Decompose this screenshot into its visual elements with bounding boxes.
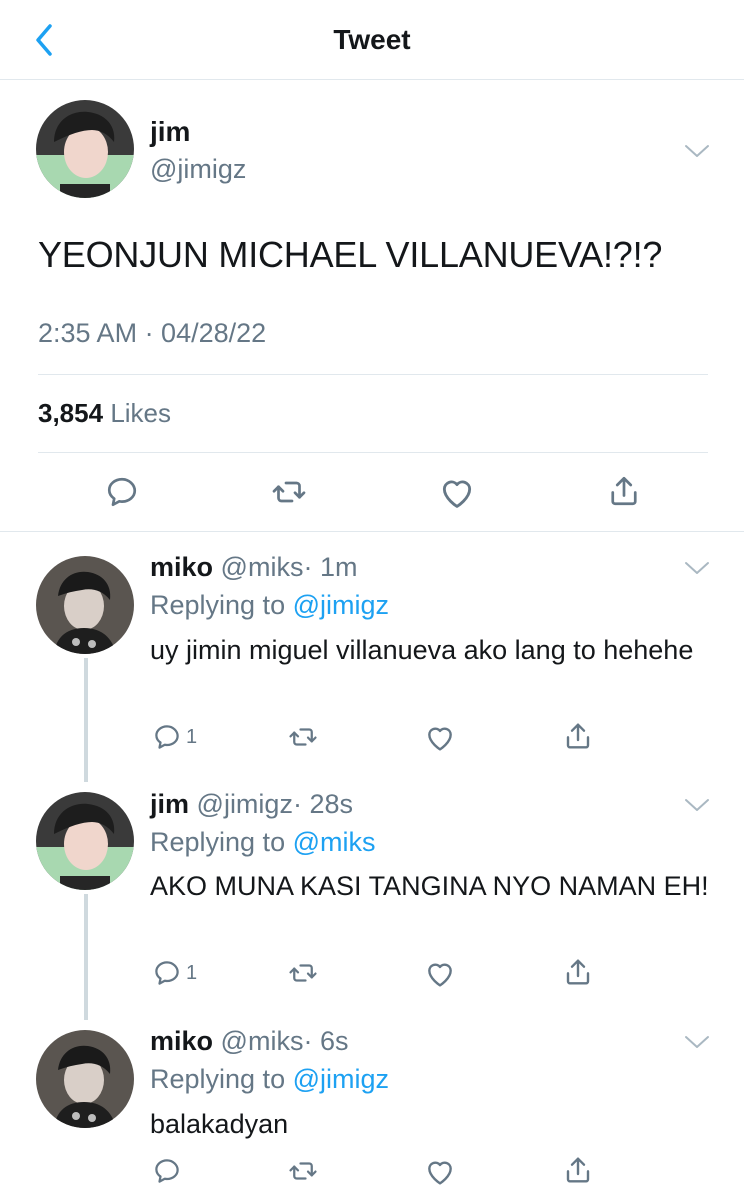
replying-to-link[interactable]: @miks [293, 827, 376, 857]
reply-button[interactable] [152, 1156, 182, 1186]
comment-icon [152, 722, 182, 752]
share-icon [562, 956, 594, 988]
reply-author-handle[interactable]: @miks [221, 1026, 304, 1056]
chevron-down-icon[interactable] [684, 560, 710, 576]
avatar[interactable] [36, 1030, 134, 1128]
reply-text: balakadyan [150, 1109, 289, 1139]
share-button[interactable] [606, 472, 642, 510]
like-button[interactable] [424, 1156, 456, 1188]
chevron-down-icon[interactable] [684, 797, 710, 813]
top-bar: Tweet [0, 0, 744, 80]
share-icon [562, 720, 594, 752]
author-name[interactable]: jim [150, 116, 190, 148]
divider [38, 374, 708, 375]
retweet-button[interactable] [286, 958, 320, 988]
divider [38, 452, 708, 453]
replying-to: Replying to @jimigz [150, 590, 389, 621]
replying-to-label: Replying to [150, 1064, 286, 1094]
reply-header: miko @miks· 6s [150, 1026, 348, 1057]
retweet-icon [286, 722, 320, 752]
share-icon [606, 472, 642, 510]
share-icon [562, 1154, 594, 1186]
like-button[interactable] [424, 722, 456, 754]
reply-time: · 28s [292, 789, 353, 819]
heart-icon [424, 958, 456, 990]
avatar[interactable] [36, 792, 134, 890]
reply-button[interactable] [104, 474, 140, 510]
comment-icon [152, 1156, 182, 1186]
reply-count: 1 [186, 961, 198, 984]
chevron-down-icon[interactable] [684, 143, 710, 159]
reply-text: uy jimin miguel villanueva ako lang to h… [150, 635, 694, 665]
retweet-icon [286, 1156, 320, 1186]
reply-button[interactable]: 1 [152, 958, 197, 988]
avatar[interactable] [36, 556, 134, 654]
replying-to-label: Replying to [150, 590, 286, 620]
page-title: Tweet [333, 24, 411, 55]
reply-time: · 1m [303, 552, 358, 582]
likes-stat[interactable]: 3,854 Likes [38, 398, 171, 429]
replying-to-label: Replying to [150, 827, 286, 857]
replying-to: Replying to @jimigz [150, 1064, 389, 1095]
share-button[interactable] [562, 956, 594, 988]
tweet-timestamp: 2:35 AM · 04/28/22 [38, 318, 267, 348]
share-button[interactable] [562, 720, 594, 752]
retweet-button[interactable] [270, 474, 308, 510]
likes-label: Likes [110, 398, 172, 428]
thread-line [84, 894, 88, 1020]
reply-author-handle[interactable]: @jimigz [197, 789, 293, 819]
thread-line [84, 658, 88, 782]
reply-count: 1 [186, 725, 198, 748]
heart-icon [424, 1156, 456, 1188]
reply-button[interactable]: 1 [152, 722, 197, 752]
author-handle[interactable]: @jimigz [150, 154, 246, 185]
heart-icon [438, 474, 476, 512]
reply-author-name[interactable]: jim [150, 789, 189, 819]
replying-to-link[interactable]: @jimigz [293, 1064, 389, 1094]
retweet-icon [270, 474, 308, 510]
reply-time: · 6s [303, 1026, 349, 1056]
replying-to-link[interactable]: @jimigz [293, 590, 389, 620]
divider [0, 531, 744, 532]
like-button[interactable] [438, 474, 476, 512]
share-button[interactable] [562, 1154, 594, 1186]
replying-to: Replying to @miks [150, 827, 376, 858]
retweet-button[interactable] [286, 1156, 320, 1186]
reply-author-name[interactable]: miko [150, 1026, 213, 1056]
reply-text: AKO MUNA KASI TANGINA NYO NAMAN EH! [150, 871, 709, 901]
heart-icon [424, 722, 456, 754]
comment-icon [104, 474, 140, 510]
retweet-button[interactable] [286, 722, 320, 752]
reply-header: miko @miks· 1m [150, 552, 357, 583]
like-button[interactable] [424, 958, 456, 990]
reply-header: jim @jimigz· 28s [150, 789, 353, 820]
reply-author-name[interactable]: miko [150, 552, 213, 582]
reply-author-handle[interactable]: @miks [221, 552, 304, 582]
retweet-icon [286, 958, 320, 988]
likes-count: 3,854 [38, 398, 104, 428]
comment-icon [152, 958, 182, 988]
chevron-down-icon[interactable] [684, 1034, 710, 1050]
avatar[interactable] [36, 100, 134, 198]
tweet-text: YEONJUN MICHAEL VILLANUEVA!?!? [38, 234, 663, 275]
